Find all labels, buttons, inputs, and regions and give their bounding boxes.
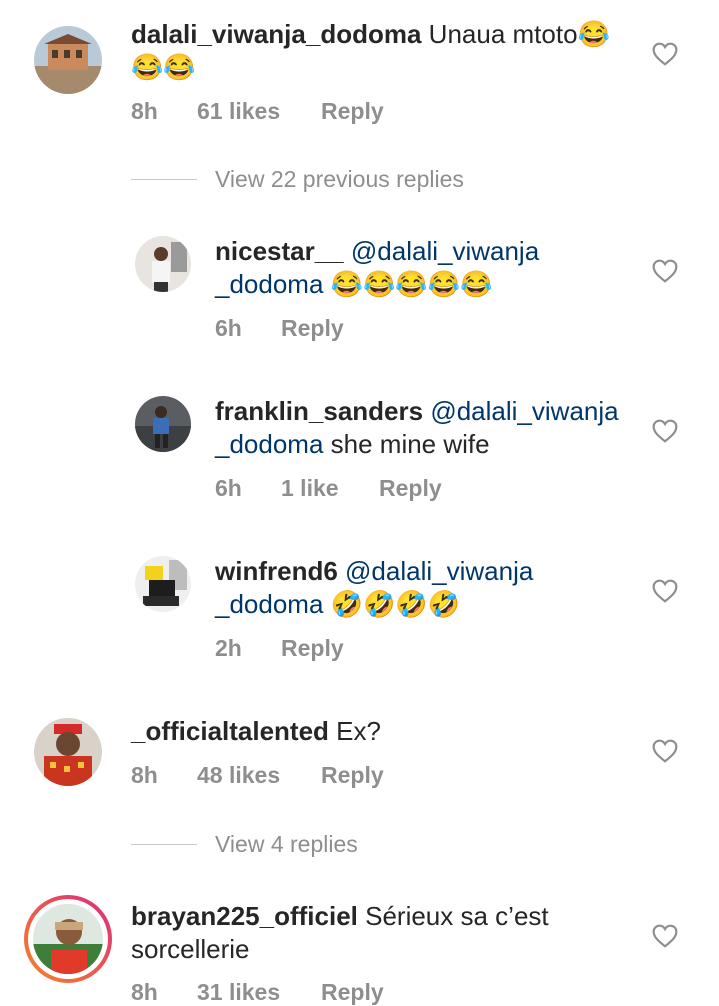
view-replies[interactable]: View 4 replies xyxy=(131,831,358,858)
avatar-brayan xyxy=(33,904,103,974)
mention-link[interactable]: @dalali_viwanja xyxy=(345,556,533,586)
mention-link-cont[interactable]: _dodoma xyxy=(215,589,323,619)
avatar-nicestar[interactable] xyxy=(135,236,191,292)
avatar-dalali[interactable] xyxy=(34,26,102,94)
reply-button[interactable]: Reply xyxy=(321,98,384,125)
comment-meta: 8h 31 likes Reply xyxy=(131,979,384,1006)
username[interactable]: brayan225_officiel xyxy=(131,901,358,931)
heart-outline-icon[interactable] xyxy=(652,579,678,603)
likes-count[interactable]: 1 like xyxy=(281,475,379,502)
mention-link-cont[interactable]: _dodoma xyxy=(215,429,323,459)
reply-button[interactable]: Reply xyxy=(281,635,344,662)
username[interactable]: nicestar__ xyxy=(215,236,344,266)
likes-count[interactable]: 48 likes xyxy=(197,762,321,789)
mention-link-cont[interactable]: _dodoma xyxy=(215,269,323,299)
avatar-franklin[interactable] xyxy=(135,396,191,452)
comment-meta: 8h 61 likes Reply xyxy=(131,98,384,125)
comment-text: dalali_viwanja_dodoma Unaua mtoto😂 😂😂 xyxy=(131,18,651,84)
mention-link[interactable]: @dalali_viwanja xyxy=(351,236,539,266)
comment-content: Ex? xyxy=(328,716,381,746)
comment-text: winfrend6 @dalali_viwanja _dodoma 🤣🤣🤣🤣 xyxy=(215,555,645,621)
comment-text: franklin_sanders @dalali_viwanja _dodoma… xyxy=(215,395,645,461)
comment-content: 🤣🤣🤣🤣 xyxy=(323,589,461,619)
reply-button[interactable]: Reply xyxy=(379,475,442,502)
view-replies-label[interactable]: View 4 replies xyxy=(215,831,358,858)
comment-text: brayan225_officiel Sérieux sa c’est sorc… xyxy=(131,900,651,966)
username[interactable]: _officialtalented xyxy=(131,716,329,746)
timestamp: 8h xyxy=(131,979,158,1005)
heart-outline-icon[interactable] xyxy=(652,924,678,948)
username[interactable]: franklin_sanders xyxy=(215,396,423,426)
comment-content: Unaua mtoto😂 xyxy=(428,19,610,49)
timestamp: 8h xyxy=(131,762,158,788)
heart-outline-icon[interactable] xyxy=(652,739,678,763)
reply-button[interactable]: Reply xyxy=(321,762,384,789)
timestamp: 2h xyxy=(215,635,242,661)
comment-content-line2: 😂😂 xyxy=(131,52,196,82)
divider-line xyxy=(131,179,197,180)
view-previous-replies[interactable]: View 22 previous replies xyxy=(131,166,464,193)
comment-text: nicestar__ @dalali_viwanja _dodoma 😂😂😂😂😂 xyxy=(215,235,645,301)
heart-outline-icon[interactable] xyxy=(652,42,678,66)
username[interactable]: dalali_viwanja_dodoma xyxy=(131,19,421,49)
comment-content: Sérieux sa c’est xyxy=(357,901,549,931)
avatar-winfrend6[interactable] xyxy=(135,556,191,612)
avatar-brayan-story-ring[interactable] xyxy=(24,895,112,983)
likes-count[interactable]: 61 likes xyxy=(197,98,321,125)
reply-button[interactable]: Reply xyxy=(321,979,384,1006)
comment-meta: 6h Reply xyxy=(215,315,344,342)
comment-meta: 8h 48 likes Reply xyxy=(131,762,384,789)
comment-meta: 6h 1 like Reply xyxy=(215,475,442,502)
divider-line xyxy=(131,844,197,845)
heart-outline-icon[interactable] xyxy=(652,259,678,283)
avatar-officialtalented[interactable] xyxy=(34,718,102,786)
mention-link[interactable]: @dalali_viwanja xyxy=(430,396,618,426)
reply-button[interactable]: Reply xyxy=(281,315,344,342)
timestamp: 8h xyxy=(131,98,158,124)
likes-count[interactable]: 31 likes xyxy=(197,979,321,1006)
username[interactable]: winfrend6 xyxy=(215,556,338,586)
comment-content: she mine wife xyxy=(323,429,490,459)
view-replies-label[interactable]: View 22 previous replies xyxy=(215,166,464,193)
comment-content-line2: sorcellerie xyxy=(131,934,250,964)
timestamp: 6h xyxy=(215,475,242,501)
comment-content: 😂😂😂😂😂 xyxy=(323,269,493,299)
heart-outline-icon[interactable] xyxy=(652,419,678,443)
comment-meta: 2h Reply xyxy=(215,635,344,662)
comment-text: _officialtalented Ex? xyxy=(131,715,651,748)
timestamp: 6h xyxy=(215,315,242,341)
